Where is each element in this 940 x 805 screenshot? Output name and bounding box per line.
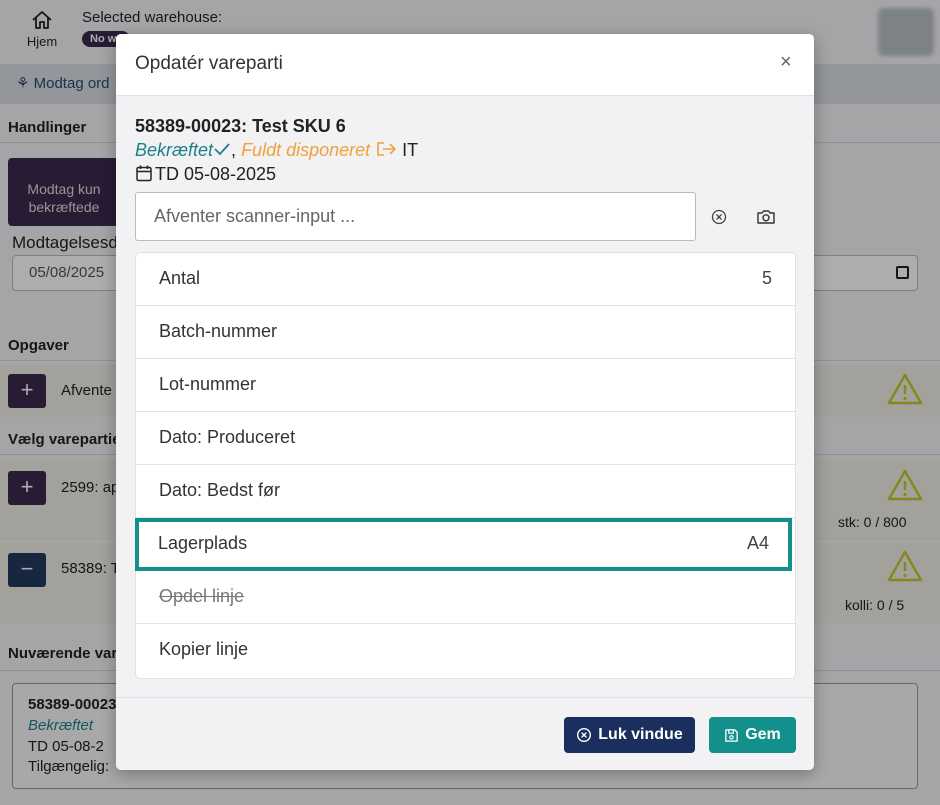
lot-date-line: TD 05-08-2025 bbox=[135, 164, 276, 185]
list-item-label: Dato: Bedst før bbox=[159, 480, 281, 500]
list-item-value: 5 bbox=[761, 268, 772, 288]
modal-header: Opdatér vareparti × bbox=[116, 34, 814, 96]
status-separator: , bbox=[231, 140, 237, 160]
status-disposed: Fuldt disponeret bbox=[241, 140, 371, 160]
calendar-icon bbox=[136, 165, 152, 182]
list-item-label: Antal bbox=[159, 268, 201, 288]
list-item-split-line[interactable]: Opdel linje bbox=[136, 571, 795, 624]
lot-title: 58389-00023: Test SKU 6 bbox=[135, 116, 346, 136]
lot-fields-list: Antal 5 Batch-nummer Lot-nummer Dato: Pr… bbox=[135, 252, 796, 679]
list-item-label: Kopier linje bbox=[159, 639, 249, 659]
status-location: IT bbox=[402, 140, 419, 160]
list-item-label: Batch-nummer bbox=[159, 321, 278, 341]
save-button[interactable]: Gem bbox=[709, 717, 796, 753]
close-circle-icon bbox=[577, 727, 592, 743]
lot-status-line: Bekræftet, Fuldt disponeret IT bbox=[135, 140, 418, 161]
list-item-storage-location[interactable]: Lagerplads A4 bbox=[135, 518, 792, 571]
list-item-date-best-before[interactable]: Dato: Bedst før bbox=[136, 465, 795, 518]
list-item-copy-line[interactable]: Kopier linje bbox=[136, 624, 795, 677]
lot-date: TD 05-08-2025 bbox=[155, 164, 277, 184]
list-item-quantity[interactable]: Antal 5 bbox=[136, 253, 795, 306]
modal-title: Opdatér vareparti bbox=[135, 53, 283, 74]
list-item-value: A4 bbox=[746, 533, 769, 553]
arrow-right-icon bbox=[377, 142, 397, 156]
modal-footer: Luk vindue Gem bbox=[116, 697, 814, 770]
list-item-batch-number[interactable]: Batch-nummer bbox=[136, 306, 795, 359]
camera-icon[interactable] bbox=[754, 205, 778, 229]
close-window-label: Luk vindue bbox=[598, 726, 683, 743]
clear-circle-icon[interactable] bbox=[707, 205, 731, 229]
scanner-input[interactable] bbox=[135, 192, 696, 241]
list-item-label: Lot-nummer bbox=[159, 374, 257, 394]
modal-body: 58389-00023: Test SKU 6 Bekræftet, Fuldt… bbox=[116, 97, 814, 697]
check-icon bbox=[214, 143, 230, 156]
save-icon bbox=[725, 728, 738, 742]
save-label: Gem bbox=[745, 726, 781, 743]
close-window-button[interactable]: Luk vindue bbox=[564, 717, 695, 753]
list-item-label: Opdel linje bbox=[159, 586, 245, 606]
list-item-label: Dato: Produceret bbox=[159, 427, 296, 447]
list-item-date-produced[interactable]: Dato: Produceret bbox=[136, 412, 795, 465]
update-lot-modal: Opdatér vareparti × 58389-00023: Test SK… bbox=[116, 34, 814, 770]
close-icon[interactable]: × bbox=[780, 51, 792, 74]
status-confirmed: Bekræftet bbox=[135, 140, 214, 160]
list-item-label: Lagerplads bbox=[158, 533, 248, 553]
list-item-lot-number[interactable]: Lot-nummer bbox=[136, 359, 795, 412]
